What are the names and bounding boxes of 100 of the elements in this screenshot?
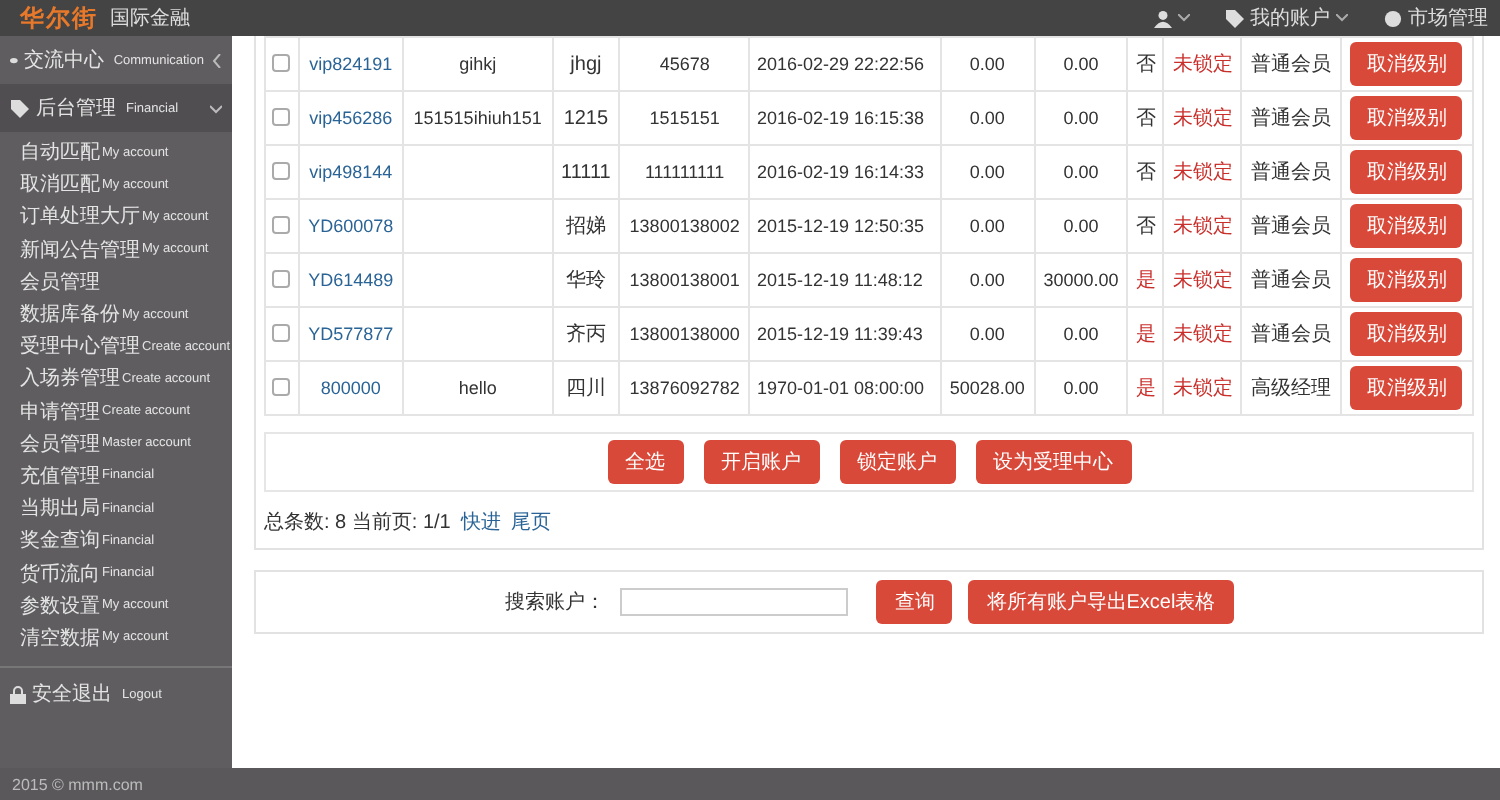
cancel-level-button[interactable]: 取消级别 [1350, 366, 1463, 410]
table-cell: 50028.00 [940, 361, 1035, 415]
table-cell: 13876092782 [619, 361, 750, 415]
tag-icon [1226, 9, 1244, 27]
row-checkbox[interactable] [272, 161, 291, 179]
cancel-level-button[interactable]: 取消级别 [1350, 204, 1463, 248]
search-label: 搜索账户： [504, 589, 605, 616]
table-cell: 2016-02-19 16:15:38 [749, 91, 941, 145]
table-cell: 未锁定 [1163, 37, 1242, 91]
table-cell: 0.00 [940, 307, 1035, 361]
chevron-icon [210, 53, 222, 67]
table-cell: jhgj [552, 37, 620, 91]
account-link[interactable]: YD614489 [298, 253, 403, 307]
logo[interactable]: 华尔街 [20, 1, 98, 35]
table-cell: hello [402, 361, 553, 415]
account-link[interactable]: YD600078 [298, 199, 403, 253]
table-cell: 否 [1127, 37, 1164, 91]
table-cell: 0.00 [940, 145, 1035, 199]
table-cell: 0.00 [940, 37, 1035, 91]
row-checkbox[interactable] [272, 107, 291, 125]
user-icon [1154, 9, 1172, 27]
table-cell: 华玲 [552, 253, 620, 307]
action-button[interactable]: 锁定账户 [839, 440, 955, 484]
table-cell: 否 [1127, 199, 1164, 253]
table-cell: 11111 [552, 145, 620, 199]
export-button[interactable]: 将所有账户导出Excel表格 [968, 580, 1234, 624]
table-cell: 普通会员 [1241, 145, 1341, 199]
cancel-level-button[interactable]: 取消级别 [1350, 258, 1463, 302]
table-cell: 1215 [552, 91, 620, 145]
table-cell: 齐丙 [552, 307, 620, 361]
row-checkbox[interactable] [272, 53, 291, 71]
table-cell: 2016-02-29 22:22:56 [749, 37, 941, 91]
header-menu[interactable]: 我的账户 [1226, 4, 1348, 32]
table-cell: 未锁定 [1163, 307, 1242, 361]
header-menu[interactable]: 市场管理 [1384, 4, 1488, 32]
pagination-link[interactable]: 尾页 [510, 508, 551, 536]
table-cell: 0.00 [940, 199, 1035, 253]
table-cell: 0.00 [1034, 361, 1128, 415]
table-cell: 招娣 [552, 199, 620, 253]
table-cell: 否 [1127, 145, 1164, 199]
table-cell: 0.00 [940, 253, 1035, 307]
search-field[interactable] [620, 588, 849, 616]
table-cell: 2015-12-19 11:39:43 [749, 307, 941, 361]
table-cell: 高级经理 [1241, 361, 1341, 415]
action-button[interactable]: 全选 [607, 440, 683, 484]
pagination-link[interactable]: 快进 [460, 508, 501, 536]
table-cell: 普通会员 [1241, 199, 1341, 253]
table-cell: 是 [1127, 307, 1164, 361]
table-cell: 45678 [619, 37, 750, 91]
table-cell: 0.00 [1034, 145, 1128, 199]
table-cell: gihkj [402, 37, 553, 91]
cancel-level-button[interactable]: 取消级别 [1350, 312, 1463, 356]
table-cell: 普通会员 [1241, 307, 1341, 361]
table-cell: 13800138002 [619, 199, 750, 253]
chevron-icon [210, 101, 222, 115]
query-button[interactable]: 查询 [876, 580, 953, 624]
account-link[interactable]: 800000 [298, 361, 403, 415]
table-cell: 13800138000 [619, 307, 750, 361]
table-cell: 未锁定 [1163, 361, 1242, 415]
table-cell: 0.00 [1034, 37, 1128, 91]
tags-icon [10, 99, 30, 117]
row-checkbox[interactable] [272, 215, 291, 233]
table-cell: 四川 [552, 361, 620, 415]
account-link[interactable]: vip498144 [298, 145, 403, 199]
pagination-info: 总条数: 8 当前页: 1/1 [264, 509, 451, 536]
header-menu[interactable] [1154, 9, 1190, 27]
action-button[interactable]: 设为受理中心 [975, 440, 1131, 484]
lock-icon [10, 685, 26, 703]
table-cell: 普通会员 [1241, 37, 1341, 91]
table-cell: 0.00 [1034, 307, 1128, 361]
table-cell: 是 [1127, 253, 1164, 307]
cancel-level-button[interactable]: 取消级别 [1350, 150, 1463, 194]
table-cell: 是 [1127, 361, 1164, 415]
table-cell: 未锁定 [1163, 199, 1242, 253]
cancel-level-button[interactable]: 取消级别 [1350, 42, 1463, 86]
caret-icon [1178, 14, 1190, 22]
table-cell: 0.00 [1034, 199, 1128, 253]
table-cell: 0.00 [940, 91, 1035, 145]
row-checkbox[interactable] [272, 323, 291, 341]
table-cell: 1515151 [619, 91, 750, 145]
table-cell: 111111111 [619, 145, 750, 199]
account-link[interactable]: YD577877 [298, 307, 403, 361]
caret-icon [1336, 14, 1348, 22]
account-link[interactable]: vip456286 [298, 91, 403, 145]
table-cell: 1970-01-01 08:00:00 [749, 361, 941, 415]
table-cell: 2015-12-19 12:50:35 [749, 199, 941, 253]
table-cell: 未锁定 [1163, 253, 1242, 307]
table-cell: 2016-02-19 16:14:33 [749, 145, 941, 199]
table-cell: 未锁定 [1163, 145, 1242, 199]
row-checkbox[interactable] [272, 377, 291, 395]
action-button[interactable]: 开启账户 [703, 440, 819, 484]
table-cell: 未锁定 [1163, 91, 1242, 145]
table-cell: 0.00 [1034, 91, 1128, 145]
cancel-level-button[interactable]: 取消级别 [1350, 96, 1463, 140]
table-cell: 普通会员 [1241, 91, 1341, 145]
row-checkbox[interactable] [272, 269, 291, 287]
sidebar-subitem[interactable]: 会员管理 [0, 265, 232, 298]
account-link[interactable]: vip824191 [298, 37, 403, 91]
logo-subtitle: 国际金融 [110, 5, 190, 32]
table-cell: 普通会员 [1241, 253, 1341, 307]
